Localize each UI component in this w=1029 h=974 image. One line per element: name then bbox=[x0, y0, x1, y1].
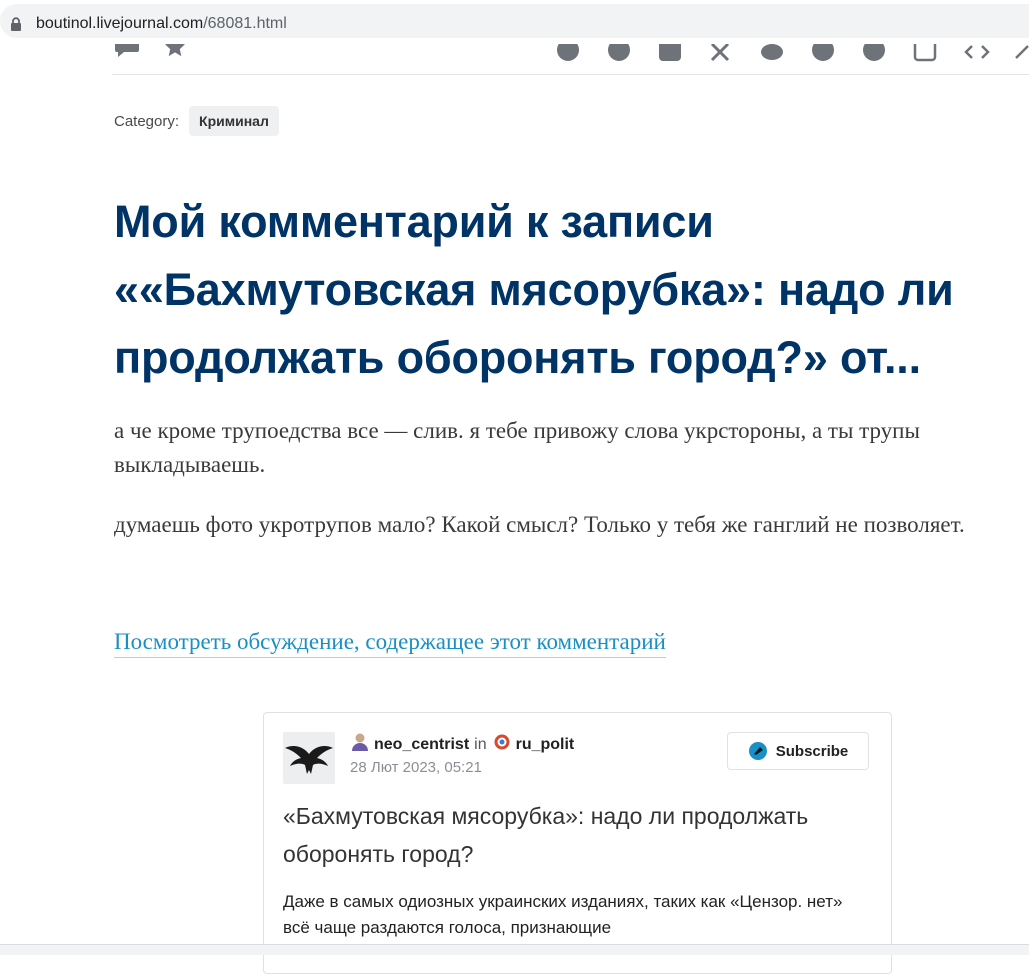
ok-icon[interactable] bbox=[658, 44, 682, 67]
subscribe-button[interactable]: Subscribe bbox=[727, 732, 869, 770]
twitter-icon[interactable] bbox=[760, 44, 784, 67]
author-line: neo_centrist in ru_polit bbox=[350, 732, 574, 757]
post-title: Мой комментарий к записи ««Бахмутовская … bbox=[114, 196, 954, 383]
comment-icon[interactable] bbox=[114, 44, 140, 63]
eagle-icon bbox=[285, 746, 333, 774]
avatar[interactable] bbox=[283, 732, 335, 784]
post-category: Category: Криминал bbox=[114, 105, 279, 137]
window-bottom-edge bbox=[0, 944, 1029, 955]
link-icon[interactable] bbox=[1012, 44, 1029, 67]
view-discussion-link[interactable]: Посмотреть обсуждение, содержащее этот к… bbox=[114, 627, 666, 658]
url-path: /68081.html bbox=[203, 15, 287, 32]
x-icon[interactable] bbox=[709, 44, 731, 67]
repost-icon[interactable] bbox=[913, 44, 937, 67]
in-word: in bbox=[474, 735, 487, 753]
embedded-post-card: neo_centrist in ru_polit 28 Лют 2023, 05… bbox=[263, 712, 892, 974]
url-field[interactable]: boutinol.livejournal.com/68081.html bbox=[0, 4, 1029, 38]
post-paragraph-2: думаешь фото укротрупов мало? Какой смыс… bbox=[114, 512, 965, 537]
embed-icon[interactable] bbox=[964, 44, 990, 67]
subscribe-label: Subscribe bbox=[775, 742, 849, 760]
browser-address-bar: boutinol.livejournal.com/68081.html bbox=[0, 0, 1029, 44]
lock-icon[interactable] bbox=[10, 17, 22, 36]
vk-icon[interactable] bbox=[556, 44, 580, 67]
subscribe-icon bbox=[748, 742, 767, 760]
whatsapp-icon[interactable] bbox=[811, 44, 835, 67]
post-date: 28 Лют 2023, 05:21 bbox=[350, 759, 482, 776]
url-text[interactable]: boutinol.livejournal.com/68081.html bbox=[36, 15, 287, 33]
bookmark-icon[interactable] bbox=[164, 44, 186, 63]
author-username[interactable]: neo_centrist bbox=[374, 736, 469, 754]
user-icon bbox=[350, 732, 370, 757]
category-tag[interactable]: Криминал bbox=[189, 106, 279, 136]
community-name[interactable]: ru_polit bbox=[516, 736, 575, 754]
category-label: Category: bbox=[114, 112, 180, 130]
community-icon bbox=[492, 732, 512, 757]
post-paragraph-1: а че кроме трупоедства все — слив. я теб… bbox=[114, 418, 920, 477]
telegram-icon[interactable] bbox=[862, 44, 886, 67]
facebook-icon[interactable] bbox=[607, 44, 631, 67]
embedded-post-excerpt: Даже в самых одиозных украинских издания… bbox=[283, 892, 843, 937]
post-toolbar bbox=[112, 44, 1029, 75]
embedded-post-title[interactable]: «Бахмутовская мясорубка»: надо ли продол… bbox=[283, 797, 873, 873]
url-host: boutinol.livejournal.com bbox=[36, 15, 204, 32]
